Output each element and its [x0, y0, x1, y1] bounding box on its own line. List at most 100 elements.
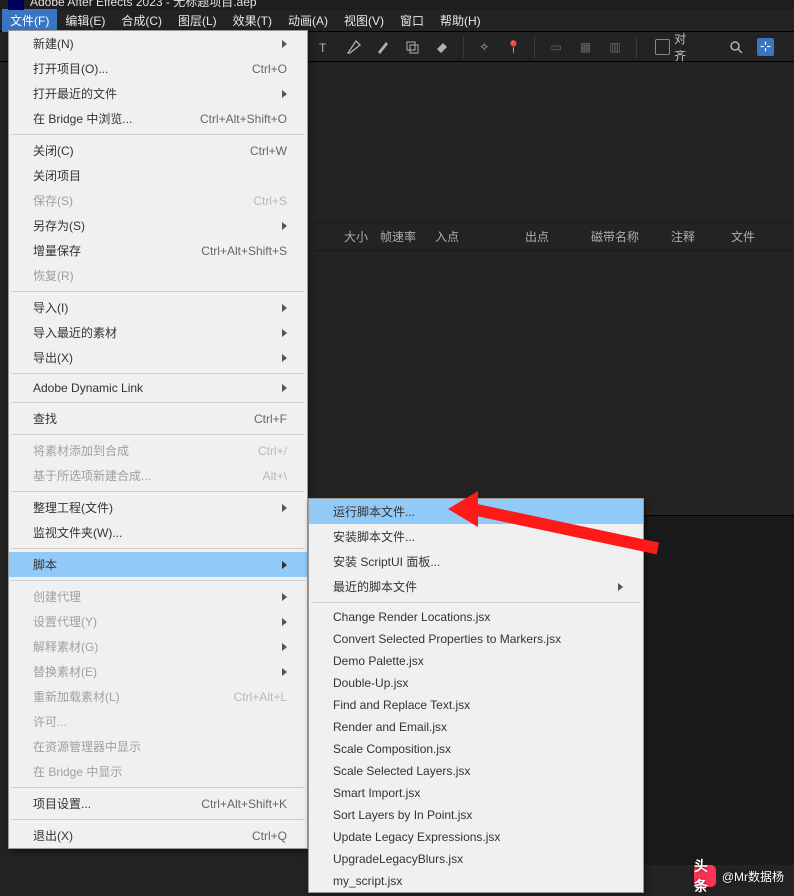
menu-item-label: 项目设置...	[33, 795, 181, 812]
file-item-37[interactable]: 项目设置...Ctrl+Alt+Shift+K	[9, 791, 307, 816]
roto-tool-icon[interactable]: ✧	[476, 38, 493, 56]
script-item-7[interactable]: Demo Palette.jsx	[309, 650, 643, 672]
menu-item-label: 恢复(R)	[33, 267, 287, 284]
menu-item-label: my_script.jsx	[333, 874, 623, 888]
menu-item-label: 重新加载素材(L)	[33, 688, 214, 705]
menu-2[interactable]: 合成(C)	[113, 9, 170, 32]
col-out[interactable]: 出点	[489, 228, 585, 245]
col-file[interactable]: 文件	[725, 228, 761, 245]
eraser-tool-icon[interactable]	[433, 38, 450, 56]
script-item-10[interactable]: Render and Email.jsx	[309, 716, 643, 738]
script-item-14[interactable]: Sort Layers by In Point.jsx	[309, 804, 643, 826]
svg-text:T: T	[319, 41, 327, 55]
file-item-39[interactable]: 退出(X)Ctrl+Q	[9, 823, 307, 848]
file-item-26[interactable]: 脚本	[9, 552, 307, 577]
file-item-0[interactable]: 新建(N)	[9, 31, 307, 56]
col-size[interactable]: 大小	[314, 228, 374, 245]
menu-3[interactable]: 图层(L)	[170, 9, 225, 32]
script-item-6[interactable]: Convert Selected Properties to Markers.j…	[309, 628, 643, 650]
file-item-13[interactable]: 导入最近的素材	[9, 320, 307, 345]
col-comment[interactable]: 注释	[665, 228, 725, 245]
menu-item-label: 另存为(S)	[33, 217, 272, 234]
file-sep	[11, 787, 305, 788]
file-item-12[interactable]: 导入(I)	[9, 295, 307, 320]
file-item-6[interactable]: 关闭项目	[9, 163, 307, 188]
file-sep	[11, 373, 305, 374]
file-item-18[interactable]: 查找Ctrl+F	[9, 406, 307, 431]
file-item-8[interactable]: 另存为(S)	[9, 213, 307, 238]
file-item-10: 恢复(R)	[9, 263, 307, 288]
scripts-submenu: 运行脚本文件... 安装脚本文件...安装 ScriptUI 面板... 最近的脚本…	[308, 498, 644, 893]
script-item-11[interactable]: Scale Composition.jsx	[309, 738, 643, 760]
file-sep	[11, 402, 305, 403]
snap-icon[interactable]	[757, 38, 775, 56]
clone-tool-icon[interactable]	[404, 38, 421, 56]
file-sep	[11, 548, 305, 549]
menu-item-label: 脚本	[33, 556, 272, 573]
menu-item-label: 解释素材(G)	[33, 638, 272, 655]
file-item-5[interactable]: 关闭(C)Ctrl+W	[9, 138, 307, 163]
menu-6[interactable]: 视图(V)	[336, 9, 392, 32]
script-item-12[interactable]: Scale Selected Layers.jsx	[309, 760, 643, 782]
menu-item-label: 在 Bridge 中显示	[33, 763, 287, 780]
menu-item-label: 设置代理(Y)	[33, 613, 272, 630]
layout-icon[interactable]: ▥	[606, 38, 623, 56]
script-item-16[interactable]: UpgradeLegacyBlurs.jsx	[309, 848, 643, 870]
align-toggle[interactable]: 对齐	[649, 28, 704, 66]
menu-8[interactable]: 帮助(H)	[432, 9, 489, 32]
menu-item-label: 监视文件夹(W)...	[33, 524, 287, 541]
script-item-3[interactable]: 最近的脚本文件	[309, 574, 643, 599]
col-fps[interactable]: 帧速率	[374, 228, 429, 245]
file-item-2[interactable]: 打开最近的文件	[9, 81, 307, 106]
menu-0[interactable]: 文件(F)	[2, 9, 57, 32]
col-in[interactable]: 入点	[429, 228, 489, 245]
menu-item-label: 运行脚本文件...	[333, 503, 623, 520]
grid-icon[interactable]: ▦	[577, 38, 594, 56]
menu-item-label: Render and Email.jsx	[333, 720, 623, 734]
menu-item-label: 退出(X)	[33, 827, 232, 844]
pen-tool-icon[interactable]	[345, 38, 362, 56]
file-sep	[11, 819, 305, 820]
file-item-23[interactable]: 整理工程(文件)	[9, 495, 307, 520]
file-item-24[interactable]: 监视文件夹(W)...	[9, 520, 307, 545]
chevron-right-icon	[282, 354, 287, 362]
script-item-1[interactable]: 安装脚本文件...	[309, 524, 643, 549]
puppet-tool-icon[interactable]: 📍	[505, 38, 522, 56]
align-label: 对齐	[674, 30, 697, 64]
file-item-32: 重新加载素材(L)Ctrl+Alt+L	[9, 684, 307, 709]
file-item-30: 解释素材(G)	[9, 634, 307, 659]
search-icon[interactable]	[727, 38, 744, 56]
brush-tool-icon[interactable]	[374, 38, 391, 56]
script-item-5[interactable]: Change Render Locations.jsx	[309, 606, 643, 628]
menu-1[interactable]: 编辑(E)	[57, 9, 113, 32]
chevron-right-icon	[282, 40, 287, 48]
file-item-1[interactable]: 打开项目(O)...Ctrl+O	[9, 56, 307, 81]
menu-item-shortcut: Ctrl+Alt+Shift+S	[201, 244, 287, 258]
script-item-17[interactable]: my_script.jsx	[309, 870, 643, 892]
menu-7[interactable]: 窗口	[392, 9, 432, 32]
menu-5[interactable]: 动画(A)	[280, 9, 336, 32]
menu-item-shortcut: Ctrl+W	[250, 144, 287, 158]
file-item-16[interactable]: Adobe Dynamic Link	[9, 377, 307, 399]
menu-item-label: Double-Up.jsx	[333, 676, 623, 690]
project-column-headers: 大小 帧速率 入点 出点 磁带名称 注释 文件	[314, 222, 794, 251]
script-item-8[interactable]: Double-Up.jsx	[309, 672, 643, 694]
menu-4[interactable]: 效果(T)	[225, 9, 280, 32]
file-item-21: 基于所选项新建合成...Alt+\	[9, 463, 307, 488]
rect-icon[interactable]: ▭	[547, 38, 564, 56]
menu-item-label: 最近的脚本文件	[333, 578, 608, 595]
file-item-3[interactable]: 在 Bridge 中浏览...Ctrl+Alt+Shift+O	[9, 106, 307, 131]
script-item-9[interactable]: Find and Replace Text.jsx	[309, 694, 643, 716]
script-item-2[interactable]: 安装 ScriptUI 面板...	[309, 549, 643, 574]
file-item-14[interactable]: 导出(X)	[9, 345, 307, 370]
script-item-0[interactable]: 运行脚本文件...	[309, 499, 643, 524]
type-tool-icon[interactable]: T	[315, 38, 332, 56]
menu-item-label: Find and Replace Text.jsx	[333, 698, 623, 712]
menu-item-label: 基于所选项新建合成...	[33, 467, 243, 484]
script-item-13[interactable]: Smart Import.jsx	[309, 782, 643, 804]
file-item-20: 将素材添加到合成Ctrl+/	[9, 438, 307, 463]
script-item-15[interactable]: Update Legacy Expressions.jsx	[309, 826, 643, 848]
menu-item-shortcut: Ctrl+/	[258, 444, 287, 458]
col-tape[interactable]: 磁带名称	[585, 228, 665, 245]
file-item-9[interactable]: 增量保存Ctrl+Alt+Shift+S	[9, 238, 307, 263]
